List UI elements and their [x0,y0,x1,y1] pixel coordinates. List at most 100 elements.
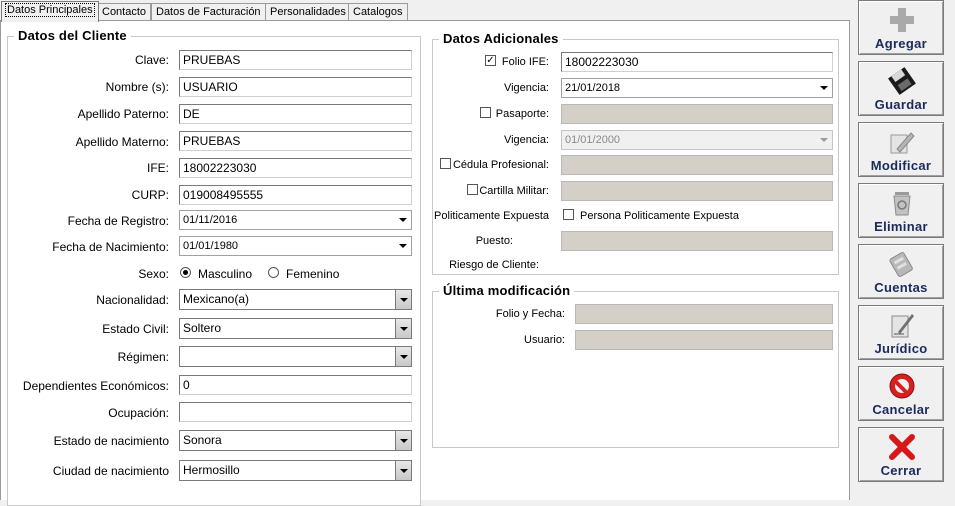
pep-checkbox-label[interactable]: Persona Politicamente Expuesta [580,210,739,222]
fecha-registro-value: 01/11/2016 [183,214,238,226]
dropdown-arrow-icon[interactable] [395,431,411,450]
agregar-label: Agregar [875,36,927,51]
ife-label: IFE: [146,161,169,175]
ciudad-nacimiento-select[interactable]: Hermosillo [179,460,412,481]
pep-checkbox[interactable] [563,209,574,220]
legal-document-icon [891,314,914,338]
ocupacion-label: Ocupación: [108,406,169,420]
clave-label: Clave: [134,53,169,67]
agregar-button[interactable]: Agregar [858,0,944,55]
cerrar-label: Cerrar [880,463,922,478]
tab-catalogos[interactable]: Catalogos [348,3,408,21]
cartilla-checkbox[interactable] [467,184,478,195]
dependientes-label: Dependientes Económicos: [22,379,169,393]
usuario-label: Usuario: [524,334,565,346]
dropdown-arrow-icon[interactable] [395,347,411,366]
nombre-input[interactable]: USUARIO [179,77,412,97]
ciudad-nacimiento-label: Ciudad de nacimiento [52,464,169,478]
pasaporte-input[interactable] [561,104,833,124]
cancelar-button[interactable]: Cancelar [858,366,944,421]
puesto-label: Puesto: [475,235,513,247]
ciudad-nacimiento-value: Hermosillo [183,463,240,477]
tab-datos-principales[interactable]: Datos Principales [1,1,99,22]
tab-personalidades[interactable]: Personalidades [265,3,351,21]
fecha-nacimiento-label: Fecha de Nacimiento: [52,240,169,254]
tab-contacto[interactable]: Contacto [97,3,152,21]
cliente-group-title: Datos del Cliente [14,28,131,43]
estado-civil-value: Soltero [183,321,222,335]
cedula-label: Cédula Profesional: [452,159,549,171]
cerrar-button[interactable]: Cerrar [858,427,944,482]
edit-pencil-icon [890,132,915,154]
cartilla-input[interactable] [561,181,833,201]
nombre-label: Nombre (s): [105,80,169,94]
fecha-registro-label: Fecha de Registro: [67,214,169,228]
sexo-masculino-label[interactable]: Masculino [198,267,252,281]
sexo-label: Sexo: [138,267,169,281]
chevron-down-icon[interactable] [820,138,828,142]
vigencia-value: 21/01/2018 [565,82,621,94]
tab-datos-facturacion[interactable]: Datos de Facturación [151,3,266,21]
fecha-nacimiento-picker[interactable]: 01/01/1980 [179,236,412,256]
accounts-icon [889,252,913,277]
curp-input[interactable]: 019008495555 [179,185,412,205]
vigencia2-picker[interactable]: 01/01/2000 [561,130,833,150]
apellido-materno-label: Apellido Materno: [75,135,169,149]
puesto-input[interactable] [561,231,833,251]
modificar-button[interactable]: Modificar [858,122,944,177]
sexo-femenino-radio[interactable] [268,267,279,278]
eliminar-button[interactable]: Eliminar [858,183,944,238]
dependientes-input[interactable]: 0 [179,375,412,395]
dropdown-arrow-icon[interactable] [395,319,411,338]
chevron-down-icon[interactable] [399,218,407,222]
vigencia-picker[interactable]: 21/01/2018 [561,78,833,98]
folio-ife-checkbox[interactable]: ✓ [485,55,496,66]
juridico-button[interactable]: Jurídico [858,305,944,360]
clave-input[interactable]: PRUEBAS [179,50,412,70]
cuentas-label: Cuentas [874,280,928,295]
folio-ife-input[interactable]: 18002223030 [561,52,833,72]
folio-fecha-label: Folio y Fecha: [495,308,565,320]
chevron-down-icon[interactable] [820,86,828,90]
dropdown-arrow-icon[interactable] [395,461,411,480]
vigencia2-value: 01/01/2000 [565,134,621,146]
vigencia-label: Vigencia: [503,82,549,94]
folio-ife-label: Folio IFE: [501,56,549,68]
floppy-disk-icon [888,67,916,95]
cancel-icon [889,373,915,399]
riesgo-label: Riesgo de Cliente: [449,259,539,271]
pep-label: Politicamente Expuesta [434,210,549,222]
guardar-button[interactable]: Guardar [858,61,944,116]
modificar-label: Modificar [870,158,932,173]
chevron-down-icon[interactable] [399,244,407,248]
pasaporte-label: Pasaporte: [495,108,549,120]
sexo-femenino-label[interactable]: Femenino [286,267,339,281]
regimen-select[interactable] [179,346,412,367]
cedula-checkbox[interactable] [440,158,451,169]
estado-nacimiento-select[interactable]: Sonora [179,430,412,451]
cancelar-label: Cancelar [872,402,930,417]
estado-nacimiento-label: Estado de nacimiento [53,434,169,448]
eliminar-label: Eliminar [874,219,928,234]
dropdown-arrow-icon[interactable] [395,290,411,309]
nacionalidad-select[interactable]: Mexicano(a) [179,289,412,310]
cedula-input[interactable] [561,155,833,175]
nacionalidad-value: Mexicano(a) [183,292,250,306]
cuentas-button[interactable]: Cuentas [858,244,944,299]
apellido-paterno-input[interactable]: DE [179,104,412,124]
estado-civil-select[interactable]: Soltero [179,318,412,339]
ife-input[interactable]: 18002223030 [179,158,412,178]
usuario-input[interactable] [575,330,833,350]
juridico-label: Jurídico [874,341,928,356]
fecha-nacimiento-value: 01/01/1980 [183,240,239,252]
sexo-masculino-radio[interactable] [180,267,191,278]
pasaporte-checkbox[interactable] [480,107,491,118]
cartilla-label: Cartilla Militar: [479,185,549,197]
regimen-label: Régimen: [117,350,169,364]
tab-bar: Datos Principales Contacto Datos de Fact… [0,0,850,22]
folio-fecha-input[interactable] [575,304,833,324]
fecha-registro-picker[interactable]: 01/11/2016 [179,210,412,230]
apellido-materno-input[interactable]: PRUEBAS [179,131,412,151]
estado-civil-label: Estado Civil: [102,322,169,336]
ocupacion-input[interactable] [179,402,412,422]
